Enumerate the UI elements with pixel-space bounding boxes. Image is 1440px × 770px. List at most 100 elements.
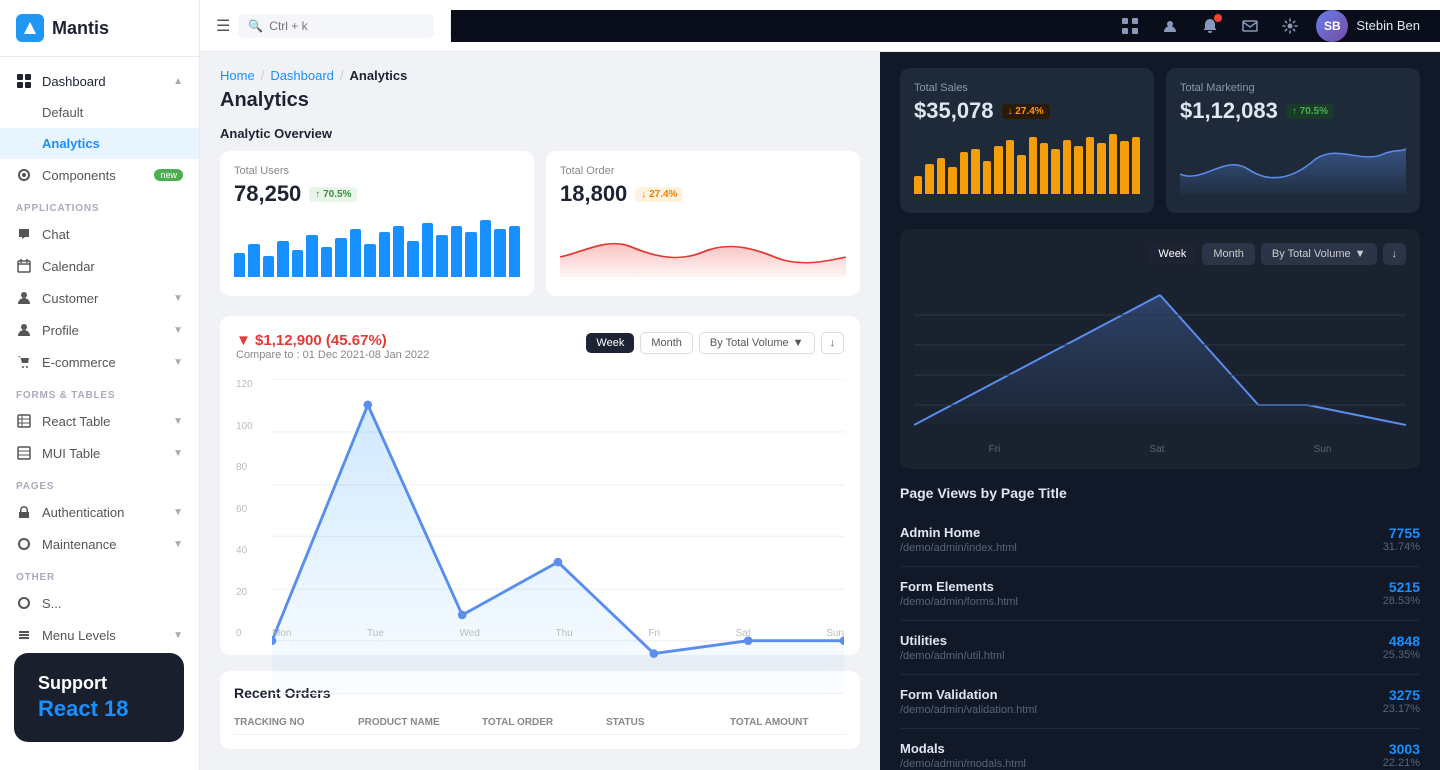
search-input[interactable] [269,19,424,33]
sidebar-item-sample[interactable]: S... [0,587,199,619]
forms-section-label: Forms & Tables [0,378,199,405]
bar [292,250,303,277]
settings-icon[interactable] [1276,12,1304,40]
total-sales-value-row: $35,078 ↓ 27.4% [914,98,1140,124]
sidebar-item-analytics[interactable]: Analytics [0,128,199,159]
total-marketing-value-row: $1,12,083 ↑ 70.5% [1180,98,1406,124]
notification-bell-icon[interactable] [1196,12,1224,40]
pv-title-form-elements: Form Elements [900,579,1018,594]
bar [321,247,332,277]
menu-levels-label: Menu Levels [42,628,116,643]
page-views-title: Page Views by Page Title [900,485,1420,501]
sidebar-item-ecommerce[interactable]: E-commerce ▼ [0,346,199,378]
page-views-section: Page Views by Page Title Admin Home /dem… [900,485,1420,770]
sidebar-item-chat[interactable]: Chat [0,218,199,250]
dark-download-button[interactable]: ↓ [1383,243,1407,265]
download-button[interactable]: ↓ [821,332,845,354]
sidebar-item-dashboard[interactable]: Dashboard ▲ [0,65,199,97]
bar [1097,143,1105,194]
mui-table-label: MUI Table [42,446,100,461]
dark-vol-button[interactable]: By Total Volume ▼ [1261,243,1377,265]
user-settings-icon[interactable] [1156,12,1184,40]
sidebar-item-customer[interactable]: Customer ▼ [0,282,199,314]
pv-path-form-validation: /demo/admin/validation.html [900,704,1037,716]
bar [350,229,361,277]
sidebar-item-react-table[interactable]: React Table ▼ [0,405,199,437]
pv-pct-modals: 22.21% [1383,757,1420,769]
total-users-badge: ↑ 70.5% [309,187,357,202]
month-button[interactable]: Month [640,332,693,354]
breadcrumb-dashboard[interactable]: Dashboard [270,68,334,83]
volume-label: By Total Volume [710,337,789,349]
income-compare: Compare to : 01 Dec 2021-08 Jan 2022 [236,349,429,361]
customer-label: Customer [42,291,98,306]
bar [914,176,922,194]
week-button[interactable]: Week [586,333,634,353]
sidebar-item-menu-levels[interactable]: Menu Levels ▼ [0,619,199,651]
bar [971,149,979,194]
breadcrumb-home[interactable]: Home [220,68,255,83]
income-controls: Week Month By Total Volume ▼ ↓ [586,332,844,354]
page-view-item-admin-home: Admin Home /demo/admin/index.html 7755 3… [900,513,1420,567]
menu-levels-icon [16,627,32,643]
sidebar: Mantis Dashboard ▲ Default Analytics Com… [0,0,200,770]
maintenance-label: Maintenance [42,537,116,552]
user-section[interactable]: SB Stebin Ben [1316,10,1420,42]
react-table-chevron: ▼ [173,416,183,427]
bar [465,232,476,277]
total-sales-value: $35,078 [914,98,994,124]
menu-levels-chevron: ▼ [173,630,183,641]
income-overview-section: ▼ $1,12,900 (45.67%) Compare to : 01 Dec… [220,316,860,655]
react18-popup[interactable]: Support React 18 [14,653,184,742]
total-order-value: 18,800 [560,181,627,207]
dashboard-label: Dashboard [42,74,106,89]
sidebar-item-maintenance[interactable]: Maintenance ▼ [0,528,199,560]
income-dark-section: Week Month By Total Volume ▼ ↓ [900,229,1420,469]
bar [306,235,317,277]
total-sales-label: Total Sales [914,82,1140,94]
bar [263,256,274,277]
ecommerce-icon [16,354,32,370]
default-label: Default [42,105,83,120]
pv-title-utilities: Utilities [900,633,1005,648]
sample-label: S... [42,596,62,611]
pv-path-modals: /demo/admin/modals.html [900,758,1026,770]
total-users-label: Total Users [234,165,520,177]
header-right: SB Stebin Ben [451,10,1440,42]
orders-table-header: TRACKING NO PRODUCT NAME TOTAL ORDER STA… [234,711,846,735]
sidebar-item-calendar[interactable]: Calendar [0,250,199,282]
breadcrumb: Home / Dashboard / Analytics [220,68,860,83]
page-view-item-form-validation: Form Validation /demo/admin/validation.h… [900,675,1420,729]
customer-icon [16,290,32,306]
total-users-value: 78,250 [234,181,301,207]
apps-icon[interactable] [1116,12,1144,40]
sidebar-item-default[interactable]: Default [0,97,199,128]
search-box[interactable]: 🔍 [238,14,434,38]
sidebar-item-components[interactable]: Components new [0,159,199,191]
auth-icon [16,504,32,520]
pv-pct-form-validation: 23.17% [1383,703,1420,715]
content-dark: Total Sales $35,078 ↓ 27.4% [880,52,1440,770]
mui-table-icon [16,445,32,461]
bar [1120,141,1128,194]
volume-button[interactable]: By Total Volume ▼ [699,332,815,354]
income-chart-svg [272,379,844,694]
bar [364,244,375,277]
income-overview-header: ▼ $1,12,900 (45.67%) Compare to : 01 Dec… [236,332,844,373]
mail-icon[interactable] [1236,12,1264,40]
bar [451,226,462,277]
ecommerce-chevron: ▼ [173,357,183,368]
dark-week-button[interactable]: Week [1148,243,1196,265]
page-view-item-form-elements: Form Elements /demo/admin/forms.html 521… [900,567,1420,621]
bar [1086,137,1094,194]
content-light: Home / Dashboard / Analytics Analytics A… [200,52,880,770]
sidebar-item-mui-table[interactable]: MUI Table ▼ [0,437,199,469]
dashboard-chevron: ▲ [173,76,183,87]
sidebar-item-authentication[interactable]: Authentication ▼ [0,496,199,528]
dark-month-button[interactable]: Month [1202,243,1255,265]
bar [407,241,418,277]
bar [1074,146,1082,194]
bar [509,226,520,277]
sidebar-item-profile[interactable]: Profile ▼ [0,314,199,346]
hamburger-button[interactable]: ☰ [216,16,230,36]
